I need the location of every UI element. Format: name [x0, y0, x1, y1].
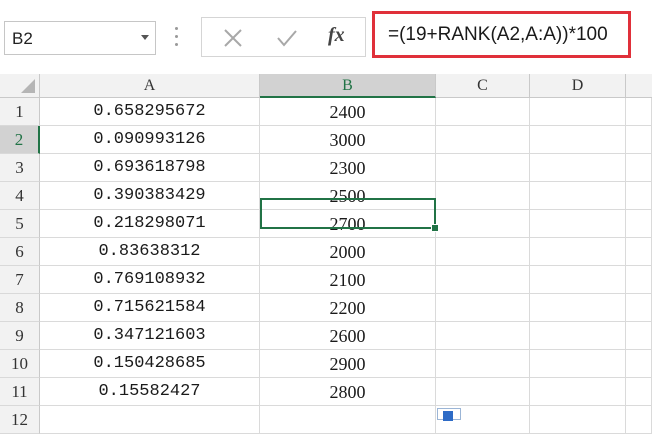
cell-c10[interactable]	[436, 350, 530, 378]
fill-handle[interactable]	[431, 224, 439, 232]
cell-a1[interactable]: 0.658295672	[40, 98, 260, 126]
column-header-a[interactable]: A	[40, 74, 260, 98]
row-header-11[interactable]: 11	[0, 378, 40, 406]
cell-e6[interactable]	[626, 238, 652, 266]
cell-d11[interactable]	[530, 378, 626, 406]
cell-b10[interactable]: 2900	[260, 350, 436, 378]
cell-e4[interactable]	[626, 182, 652, 210]
enter-button[interactable]	[262, 18, 312, 56]
select-all-icon	[21, 79, 35, 93]
cell-b6[interactable]: 2000	[260, 238, 436, 266]
row-header-12[interactable]: 12	[0, 406, 40, 434]
cell-e5[interactable]	[626, 210, 652, 238]
cell-e11[interactable]	[626, 378, 652, 406]
cell-a7[interactable]: 0.769108932	[40, 266, 260, 294]
cell-c8[interactable]	[436, 294, 530, 322]
drag-handle-icon[interactable]	[175, 24, 179, 50]
cell-c6[interactable]	[436, 238, 530, 266]
cell-a9[interactable]: 0.347121603	[40, 322, 260, 350]
cell-b2[interactable]: 3000	[260, 126, 436, 154]
cell-c1[interactable]	[436, 98, 530, 126]
row-header-4[interactable]: 4	[0, 182, 40, 210]
cell-e3[interactable]	[626, 154, 652, 182]
row-header-5[interactable]: 5	[0, 210, 40, 238]
cell-d2[interactable]	[530, 126, 626, 154]
name-box[interactable]: B2	[4, 21, 156, 55]
cell-b12[interactable]	[260, 406, 436, 434]
cell-d12[interactable]	[530, 406, 626, 434]
cell-c2[interactable]	[436, 126, 530, 154]
row-header-6[interactable]: 6	[0, 238, 40, 266]
cell-e8[interactable]	[626, 294, 652, 322]
cell-b4[interactable]: 2500	[260, 182, 436, 210]
cell-a3[interactable]: 0.693618798	[40, 154, 260, 182]
close-icon	[224, 29, 242, 47]
column-header-e[interactable]	[626, 74, 652, 98]
cell-c3[interactable]	[436, 154, 530, 182]
cell-d7[interactable]	[530, 266, 626, 294]
cell-a10[interactable]: 0.150428685	[40, 350, 260, 378]
cell-b8[interactable]: 2200	[260, 294, 436, 322]
cell-c11[interactable]	[436, 378, 530, 406]
cell-e12[interactable]	[626, 406, 652, 434]
cell-a5[interactable]: 0.218298071	[40, 210, 260, 238]
cell-a11[interactable]: 0.15582427	[40, 378, 260, 406]
cell-d3[interactable]	[530, 154, 626, 182]
chevron-down-icon[interactable]	[141, 35, 149, 40]
cancel-button[interactable]	[208, 18, 258, 56]
cell-b9[interactable]: 2600	[260, 322, 436, 350]
row-header-8[interactable]: 8	[0, 294, 40, 322]
cell-d5[interactable]	[530, 210, 626, 238]
cell-b11[interactable]: 2800	[260, 378, 436, 406]
row-header-2[interactable]: 2	[0, 126, 40, 154]
name-box-value: B2	[12, 29, 33, 48]
cell-d6[interactable]	[530, 238, 626, 266]
cell-a12[interactable]	[40, 406, 260, 434]
row-header-10[interactable]: 10	[0, 350, 40, 378]
cell-e1[interactable]	[626, 98, 652, 126]
cell-b3[interactable]: 2300	[260, 154, 436, 182]
formula-input[interactable]: =(19+RANK(A2,A:A))*100	[388, 24, 608, 46]
row-header-3[interactable]: 3	[0, 154, 40, 182]
cell-d4[interactable]	[530, 182, 626, 210]
spreadsheet-grid: A B C D 1 2 3 4 5 6 7 8 9 10 11 12 0.658295672 2400 0…	[0, 74, 652, 434]
cell-c9[interactable]	[436, 322, 530, 350]
select-all-button[interactable]	[0, 74, 40, 98]
cell-e9[interactable]	[626, 322, 652, 350]
column-header-c[interactable]: C	[436, 74, 530, 98]
cell-d1[interactable]	[530, 98, 626, 126]
cell-c5[interactable]	[436, 210, 530, 238]
cell-d8[interactable]	[530, 294, 626, 322]
row-header-1[interactable]: 1	[0, 98, 40, 126]
formula-buttons: fx	[201, 17, 366, 57]
row-header-9[interactable]: 9	[0, 322, 40, 350]
row-header-7[interactable]: 7	[0, 266, 40, 294]
check-icon	[277, 30, 297, 47]
cell-d9[interactable]	[530, 322, 626, 350]
formula-input-highlight[interactable]: =(19+RANK(A2,A:A))*100	[372, 11, 631, 58]
insert-function-button[interactable]: fx	[328, 24, 345, 47]
cell-b1[interactable]: 2400	[260, 98, 436, 126]
cell-e10[interactable]	[626, 350, 652, 378]
cell-e2[interactable]	[626, 126, 652, 154]
cell-a2[interactable]: 0.090993126	[40, 126, 260, 154]
cell-d10[interactable]	[530, 350, 626, 378]
cell-b7[interactable]: 2100	[260, 266, 436, 294]
cell-b5[interactable]: 2700	[260, 210, 436, 238]
paste-options-icon[interactable]	[437, 408, 461, 421]
column-header-d[interactable]: D	[530, 74, 626, 98]
cell-a6[interactable]: 0.83638312	[40, 238, 260, 266]
cell-area: 0.658295672 2400 0.090993126 3000 0.69361879…	[40, 98, 652, 434]
cell-c4[interactable]	[436, 182, 530, 210]
cell-e7[interactable]	[626, 266, 652, 294]
column-header-b[interactable]: B	[260, 74, 436, 98]
formula-bar: B2 fx =(19+RANK(A2,A:A))*100	[0, 0, 652, 74]
cell-a8[interactable]: 0.715621584	[40, 294, 260, 322]
cell-c7[interactable]	[436, 266, 530, 294]
cell-a4[interactable]: 0.390383429	[40, 182, 260, 210]
